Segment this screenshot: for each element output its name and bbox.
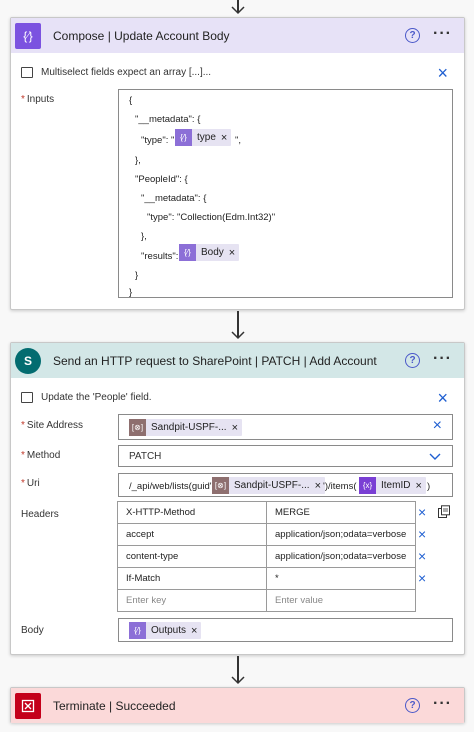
headers-label: Headers: [21, 509, 59, 520]
compose-token-icon: {⁄}: [179, 244, 196, 261]
flow-arrow-middle: [229, 311, 247, 341]
compose-token-icon: {⁄}: [175, 129, 192, 146]
code-line: "results":: [141, 251, 179, 262]
type-token[interactable]: {⁄} type ×: [175, 129, 232, 146]
compose-icon: {⁄}: [15, 22, 41, 49]
terminate-header[interactable]: Terminate | Succeeded ? ···: [11, 688, 464, 723]
site-token[interactable]: [⊗] Sandpit-USPF-... ×: [129, 419, 243, 436]
terminate-action-card[interactable]: Terminate | Succeeded ? ···: [10, 687, 465, 723]
method-value: PATCH: [129, 451, 162, 462]
remove-token-icon[interactable]: ×: [191, 625, 197, 637]
header-value[interactable]: MERGE: [266, 501, 416, 524]
header-key[interactable]: If-Match: [117, 567, 267, 590]
code-line: }: [129, 287, 133, 298]
site-address-field[interactable]: [⊗] Sandpit-USPF-... × ×: [118, 414, 453, 440]
help-icon[interactable]: ?: [405, 353, 420, 368]
code-line: },: [135, 155, 141, 166]
header-value[interactable]: *: [266, 567, 416, 590]
uri-suffix: ): [427, 481, 431, 492]
code-line: "type": ": [141, 135, 175, 146]
uri-label: * Uri: [21, 478, 40, 489]
header-key[interactable]: content-type: [117, 545, 267, 568]
body-label: Body: [21, 625, 44, 636]
remove-token-icon[interactable]: ×: [415, 480, 421, 492]
code-line: }: [135, 270, 139, 281]
terminate-title: Terminate | Succeeded: [53, 698, 176, 713]
header-key[interactable]: X-HTTP-Method: [117, 501, 267, 524]
inputs-field[interactable]: { "__metadata": { "type": " {⁄} type × "…: [118, 89, 453, 298]
http-title: Send an HTTP request to SharePoint | PAT…: [53, 353, 377, 368]
close-comment-icon[interactable]: ×: [437, 388, 448, 409]
chevron-down-icon[interactable]: [428, 452, 442, 462]
headers-table: X-HTTP-Method MERGE accept application/j…: [117, 501, 416, 612]
method-label: * Method: [21, 450, 61, 461]
header-value-input[interactable]: Enter value: [266, 589, 416, 612]
inputs-label: * Inputs: [21, 94, 55, 105]
code-line: },: [141, 231, 147, 242]
remove-token-icon[interactable]: ×: [315, 480, 321, 492]
help-icon[interactable]: ?: [405, 28, 420, 43]
uri-middle: ')/items(: [323, 481, 357, 492]
switch-to-text-mode-icon[interactable]: [437, 505, 451, 519]
header-key[interactable]: accept: [117, 523, 267, 546]
site-address-label: * Site Address: [21, 420, 84, 431]
comment-icon: [21, 66, 33, 78]
body-field[interactable]: {⁄} Outputs ×: [118, 618, 453, 642]
close-comment-icon[interactable]: ×: [437, 63, 448, 84]
delete-header-icon[interactable]: ×: [418, 548, 426, 564]
remove-token-icon[interactable]: ×: [229, 247, 235, 259]
sharepoint-token-icon: [⊗]: [212, 477, 229, 494]
delete-header-icon[interactable]: ×: [418, 526, 426, 542]
body-token[interactable]: {⁄} Body ×: [179, 244, 240, 261]
uri-field[interactable]: /_api/web/lists(guid' [⊗] Sandpit-USPF-.…: [118, 473, 453, 497]
http-header[interactable]: S Send an HTTP request to SharePoint | P…: [11, 343, 464, 378]
more-options-icon[interactable]: ···: [433, 350, 452, 368]
comment-text: Multiselect fields expect an array [...]…: [41, 66, 212, 78]
header-key-input[interactable]: Enter key: [117, 589, 267, 612]
header-row-empty: Enter key Enter value: [117, 589, 416, 612]
sharepoint-icon: S: [15, 347, 41, 374]
more-options-icon[interactable]: ···: [433, 695, 452, 713]
delete-header-icon[interactable]: ×: [418, 504, 426, 520]
http-comment[interactable]: Update the 'People' field. ×: [11, 384, 464, 410]
code-line: {: [129, 95, 133, 106]
uri-list-token[interactable]: [⊗] Sandpit-USPF-... ×: [212, 477, 326, 494]
header-row: X-HTTP-Method MERGE: [117, 501, 416, 524]
more-options-icon[interactable]: ···: [433, 25, 452, 43]
code-line: "__metadata": {: [135, 114, 201, 125]
code-line: ",: [235, 135, 242, 146]
terminate-icon: [15, 692, 41, 719]
header-row: accept application/json;odata=verbose: [117, 523, 416, 546]
remove-token-icon[interactable]: ×: [232, 422, 238, 434]
uri-prefix: /_api/web/lists(guid': [129, 481, 212, 492]
comment-icon: [21, 391, 33, 403]
outputs-token[interactable]: {⁄} Outputs ×: [129, 622, 202, 639]
header-row: content-type application/json;odata=verb…: [117, 545, 416, 568]
code-line: "PeopleId": {: [135, 174, 188, 185]
help-icon[interactable]: ?: [405, 698, 420, 713]
clear-field-icon[interactable]: ×: [433, 417, 442, 435]
compose-token-icon: {⁄}: [129, 622, 146, 639]
comment-text: Update the 'People' field.: [41, 391, 152, 403]
method-select[interactable]: PATCH: [118, 445, 453, 467]
flow-arrow-top: [229, 0, 247, 16]
uri-itemid-token[interactable]: {x} ItemID ×: [359, 477, 426, 494]
header-value[interactable]: application/json;odata=verbose: [266, 545, 416, 568]
compose-header[interactable]: {⁄} Compose | Update Account Body ? ···: [11, 18, 464, 53]
header-value[interactable]: application/json;odata=verbose: [266, 523, 416, 546]
compose-title: Compose | Update Account Body: [53, 28, 230, 43]
variable-token-icon: {x}: [359, 477, 376, 494]
flow-arrow-bottom: [229, 656, 247, 686]
delete-header-icon[interactable]: ×: [418, 570, 426, 586]
sharepoint-token-icon: [⊗]: [129, 419, 146, 436]
header-row: If-Match *: [117, 567, 416, 590]
code-line: "type": "Collection(Edm.Int32)": [147, 212, 276, 223]
code-line: "__metadata": {: [141, 193, 207, 204]
remove-token-icon[interactable]: ×: [221, 132, 227, 144]
compose-comment[interactable]: Multiselect fields expect an array [...]…: [11, 59, 464, 85]
